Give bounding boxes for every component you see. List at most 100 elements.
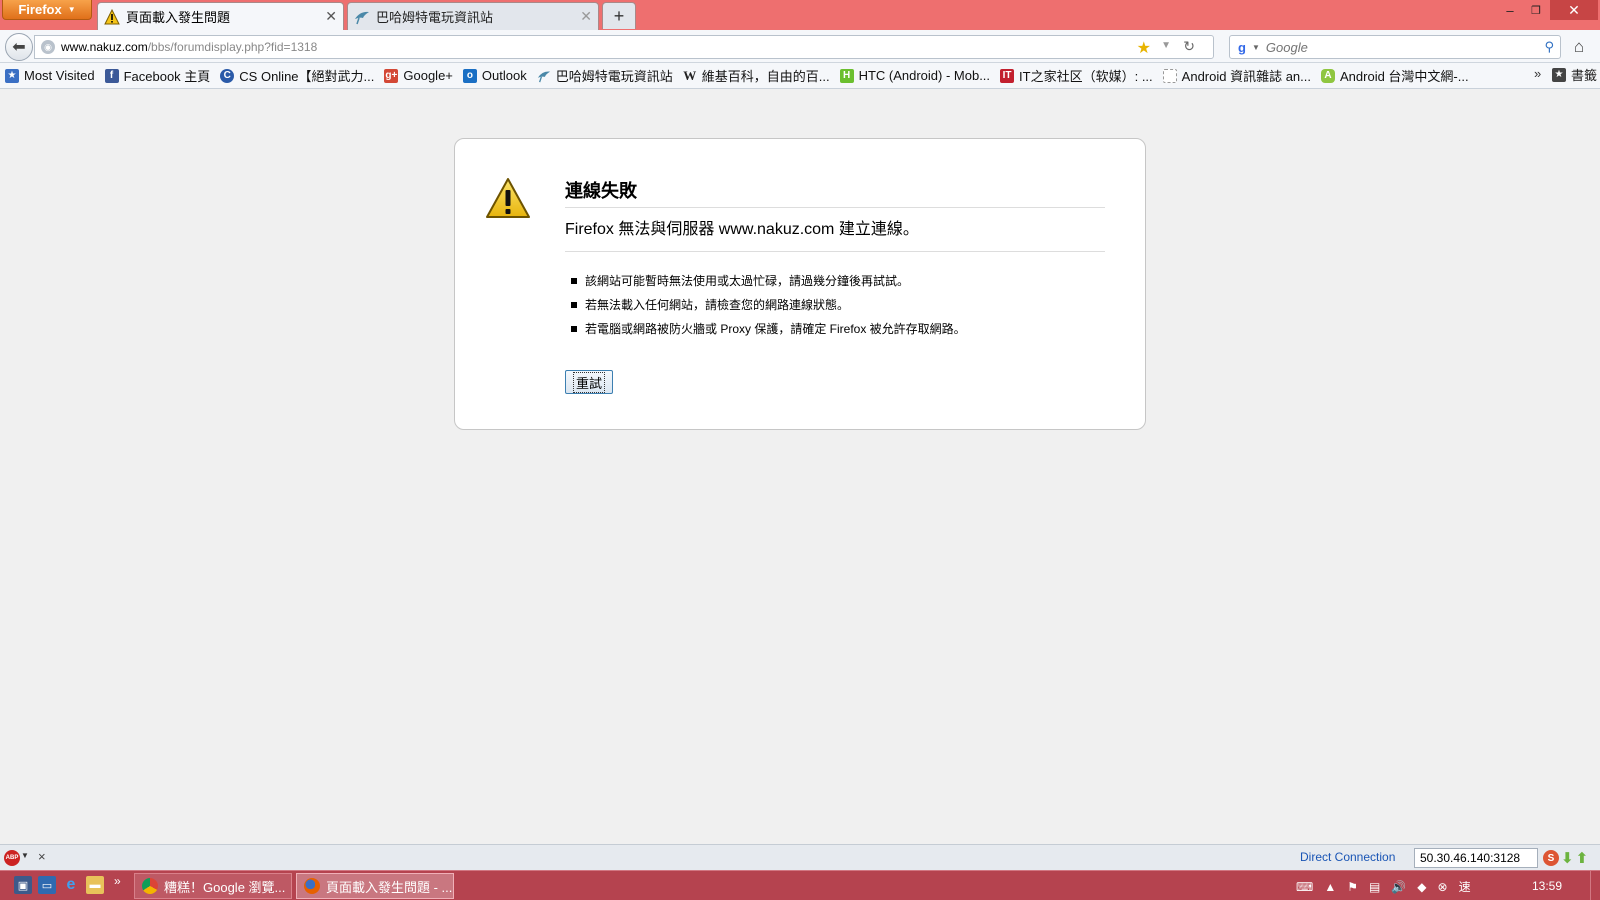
list-item: 若電腦或網路被防火牆或 Proxy 保護，請確定 Firefox 被允許存取網路… xyxy=(571,317,1111,341)
bookmark-wikipedia[interactable]: W 維基百科，自由的百... xyxy=(678,65,835,87)
url-path: /bbs/forumdisplay.php?fid=1318 xyxy=(147,40,318,54)
error-tray-icon[interactable]: ⊗ xyxy=(1438,880,1448,894)
url-bar[interactable]: ◉ www.nakuz.com/bbs/forumdisplay.php?fid… xyxy=(34,35,1214,59)
google-plus-icon: g+ xyxy=(384,68,399,83)
google-icon[interactable]: g xyxy=(1234,39,1250,55)
retry-button[interactable]: 重試 xyxy=(565,370,613,394)
bookmark-htc[interactable]: H HTC (Android) - Mob... xyxy=(835,65,995,87)
bookmarks-star-icon: ★ xyxy=(1552,67,1566,82)
htc-android-icon: H xyxy=(839,68,854,83)
tab-gamer[interactable]: 巴哈姆特電玩資訊站 ✕ xyxy=(347,2,599,30)
chevron-down-icon: ▼ xyxy=(67,5,76,14)
bookmark-ithome[interactable]: IT IT之家社区（软媒）: ... xyxy=(995,65,1158,87)
bookmark-label: Outlook xyxy=(481,68,527,83)
plus-icon: + xyxy=(613,5,625,26)
new-tab-button[interactable]: + xyxy=(602,2,636,29)
addon-icons: S ⬇ ⬆ xyxy=(1543,849,1588,867)
search-bar[interactable]: g ▼ ⚲ xyxy=(1229,35,1561,59)
monitor-icon[interactable]: ▭ xyxy=(38,876,56,894)
proxy-address-field[interactable]: 50.30.46.140:3128 xyxy=(1414,848,1538,868)
taskbar-item-label: 頁面載入發生問題 - ... xyxy=(326,879,453,895)
list-item: 該網站可能暫時無法使用或太過忙碌，請過幾分鐘後再試試。 xyxy=(571,269,1111,293)
blank-page-icon xyxy=(1162,68,1177,83)
dropbox-icon[interactable]: ◆ xyxy=(1417,880,1426,894)
bookmark-android-magazine[interactable]: Android 資訊雜誌 an... xyxy=(1158,65,1316,87)
bookmark-label: HTC (Android) - Mob... xyxy=(858,68,991,83)
bookmark-android-tw[interactable]: A Android 台灣中文網-... xyxy=(1316,65,1474,87)
bookmark-label: Most Visited xyxy=(24,68,95,83)
bullet-icon xyxy=(571,278,577,284)
taskbar-item-firefox[interactable]: 頁面載入發生問題 - ... xyxy=(296,873,454,899)
upload-arrow-icon[interactable]: ⬆ xyxy=(1576,849,1589,867)
search-engine-dropdown-icon[interactable]: ▼ xyxy=(1252,43,1260,52)
url-history-dropdown-icon[interactable]: ▼ xyxy=(1161,40,1171,51)
minimize-button[interactable]: – xyxy=(1497,0,1523,20)
volume-icon[interactable]: 🔊 xyxy=(1391,880,1406,894)
bookmark-label: CS Online【絕對武力... xyxy=(239,69,375,84)
input-method-icon[interactable]: 速 xyxy=(1459,878,1471,895)
proxy-mode-label[interactable]: Direct Connection xyxy=(1300,850,1395,864)
tab-page-load-error[interactable]: 頁面載入發生問題 ✕ xyxy=(97,2,344,30)
navigation-bar: ⬅ ◉ www.nakuz.com/bbs/forumdisplay.php?f… xyxy=(0,30,1600,63)
reload-icon[interactable]: ↻ xyxy=(1183,38,1195,55)
outlook-icon: o xyxy=(462,68,477,83)
search-input[interactable] xyxy=(1265,39,1560,55)
chevron-down-icon[interactable]: ▼ xyxy=(21,851,29,860)
bookmark-label: Android 台灣中文網-... xyxy=(1340,69,1469,84)
bookmark-google-plus[interactable]: g+ Google+ xyxy=(379,65,458,87)
bullet-icon xyxy=(571,302,577,308)
error-title: 連線失敗 xyxy=(565,177,1105,208)
bookmark-star-icon[interactable]: ★ xyxy=(1137,38,1151,58)
bookmark-facebook[interactable]: f Facebook 主頁 xyxy=(100,65,216,87)
gamer-bird-icon xyxy=(355,11,369,24)
android-icon: A xyxy=(1321,68,1335,83)
quick-launch-chevron-icon[interactable]: » xyxy=(114,874,121,888)
show-hidden-icons-icon[interactable]: ▲ xyxy=(1324,880,1336,894)
bookmark-gamer[interactable]: 巴哈姆特電玩資訊站 xyxy=(532,65,678,87)
search-icon[interactable]: ⚲ xyxy=(1544,39,1554,55)
cs-online-icon: C xyxy=(220,68,235,83)
desktop-icon[interactable]: ▣ xyxy=(14,876,32,894)
taskbar-clock[interactable]: 13:59 xyxy=(1532,879,1562,893)
network-icon[interactable]: ▤ xyxy=(1369,880,1380,894)
home-button[interactable]: ⌂ xyxy=(1568,36,1590,58)
back-button[interactable]: ⬅ xyxy=(5,33,33,61)
s-addon-icon[interactable]: S xyxy=(1543,850,1559,866)
system-tray: ⌨ ▲ ⚑ ▤ 🔊 ◆ ⊗ 速 xyxy=(1296,878,1471,895)
adblock-plus-icon[interactable]: ABP xyxy=(4,850,20,866)
download-arrow-icon[interactable]: ⬇ xyxy=(1561,849,1574,867)
bookmarks-menu-label: 書籤 xyxy=(1571,68,1598,83)
addon-bar: ABP ▼ × Direct Connection 50.30.46.140:3… xyxy=(0,844,1600,870)
internet-explorer-icon[interactable]: e xyxy=(62,876,80,894)
bookmarks-overflow-chevron-icon[interactable]: » xyxy=(1534,66,1541,81)
close-addon-bar-button[interactable]: × xyxy=(38,849,46,864)
close-window-button[interactable]: ✕ xyxy=(1550,0,1598,20)
quick-launch: ▣ ▭ e ▬ xyxy=(14,876,104,894)
keyboard-icon[interactable]: ⌨ xyxy=(1296,880,1313,894)
windows-taskbar: ▣ ▭ e ▬ » 糟糕！Google 瀏覽... 頁面載入發生問題 - ...… xyxy=(0,870,1600,900)
wikipedia-icon: W xyxy=(683,67,697,83)
taskbar-item-label: 糟糕！Google 瀏覽... xyxy=(164,879,286,895)
bookmark-label: 維基百科，自由的百... xyxy=(701,69,830,84)
maximize-button[interactable]: ❐ xyxy=(1523,0,1549,20)
tab-close-icon[interactable]: ✕ xyxy=(325,8,337,25)
back-arrow-icon: ⬅ xyxy=(12,39,26,56)
error-card: 連線失敗 Firefox 無法與伺服器 www.nakuz.com 建立連線。 … xyxy=(454,138,1146,430)
tab-close-icon[interactable]: ✕ xyxy=(580,8,592,25)
show-desktop-button[interactable] xyxy=(1590,871,1600,900)
bookmark-cs-online[interactable]: C CS Online【絕對武力... xyxy=(215,65,379,87)
url-host: www.nakuz.com xyxy=(61,40,148,54)
firefox-menu-button[interactable]: Firefox ▼ xyxy=(2,0,92,20)
gamer-bird-icon xyxy=(537,69,551,83)
folder-icon[interactable]: ▬ xyxy=(86,876,104,894)
firefox-menu-label: Firefox xyxy=(18,2,62,17)
bookmarks-menu-button[interactable]: ★ 書籤 xyxy=(1552,65,1597,84)
bookmark-most-visited[interactable]: ★ Most Visited xyxy=(0,65,100,87)
bookmarks-toolbar: ★ Most Visited f Facebook 主頁 C CS Online… xyxy=(0,63,1600,89)
facebook-icon: f xyxy=(104,68,119,83)
bookmark-outlook[interactable]: o Outlook xyxy=(458,65,532,87)
warning-icon xyxy=(104,8,120,24)
tip-text: 若無法載入任何網站，請檢查您的網路連線狀態。 xyxy=(585,298,850,312)
action-center-flag-icon[interactable]: ⚑ xyxy=(1347,880,1358,894)
taskbar-item-chrome[interactable]: 糟糕！Google 瀏覽... xyxy=(134,873,292,899)
